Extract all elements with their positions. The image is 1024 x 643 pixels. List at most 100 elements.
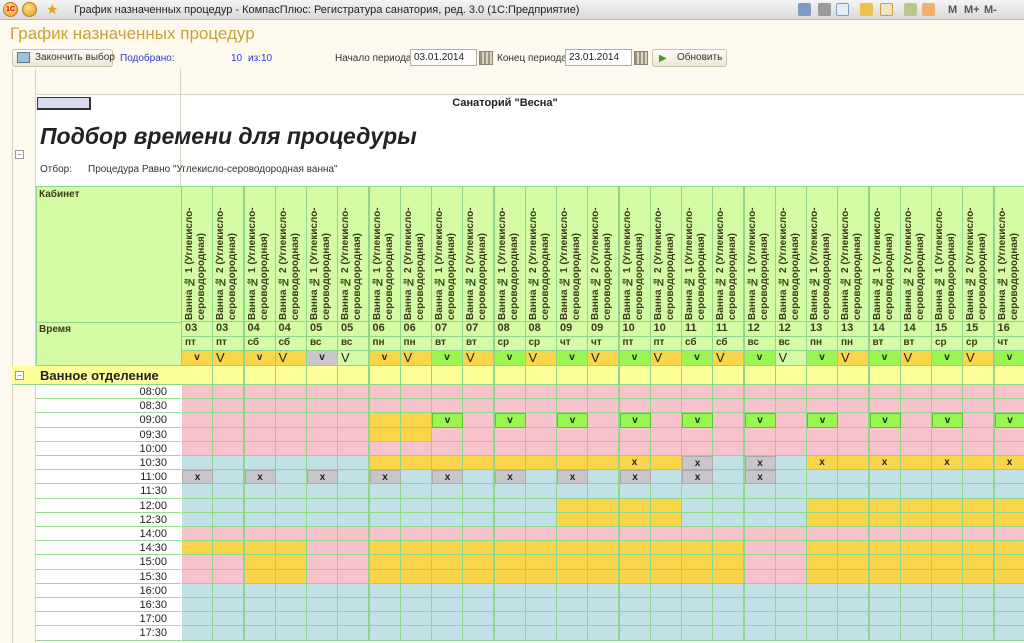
time-slot-cell[interactable] bbox=[682, 512, 713, 527]
time-slot-cell[interactable] bbox=[932, 470, 963, 485]
time-slot-cell[interactable] bbox=[838, 399, 869, 414]
time-slot-cell[interactable] bbox=[588, 512, 619, 527]
time-slot-cell[interactable] bbox=[463, 441, 494, 456]
time-slot-cell[interactable] bbox=[400, 498, 432, 513]
time-slot-cell[interactable] bbox=[463, 456, 494, 471]
time-slot-cell[interactable] bbox=[275, 456, 307, 471]
time-slot-cell[interactable] bbox=[369, 612, 401, 627]
time-slot-cell[interactable] bbox=[650, 541, 682, 556]
time-slot-cell[interactable] bbox=[588, 598, 619, 613]
time-slot-cell[interactable] bbox=[400, 413, 432, 428]
preview-icon[interactable] bbox=[836, 3, 849, 16]
time-slot-cell[interactable] bbox=[369, 598, 401, 613]
time-slot-cell[interactable] bbox=[713, 385, 744, 400]
time-slot-cell[interactable] bbox=[713, 569, 744, 584]
time-slot-cell[interactable] bbox=[275, 626, 307, 641]
time-slot-cell[interactable] bbox=[182, 569, 213, 584]
time-slot-cell[interactable] bbox=[307, 583, 338, 598]
time-slot-cell[interactable] bbox=[400, 583, 432, 598]
time-slot-cell[interactable] bbox=[650, 569, 682, 584]
time-slot-cell[interactable] bbox=[838, 441, 869, 456]
print-icon[interactable] bbox=[818, 3, 831, 16]
time-slot-cell[interactable] bbox=[463, 612, 494, 627]
time-slot-cell[interactable] bbox=[588, 569, 619, 584]
time-slot-cell[interactable] bbox=[869, 427, 901, 442]
day-status-cell[interactable]: V bbox=[338, 351, 369, 366]
time-slot-cell[interactable] bbox=[682, 527, 713, 542]
time-slot-cell[interactable] bbox=[744, 598, 776, 613]
time-slot-cell[interactable] bbox=[744, 399, 776, 414]
time-slot-cell[interactable] bbox=[650, 456, 682, 471]
time-slot-cell[interactable] bbox=[494, 399, 526, 414]
home-icon[interactable] bbox=[860, 3, 873, 16]
time-slot-cell[interactable] bbox=[775, 427, 807, 442]
time-slot-cell[interactable] bbox=[525, 527, 557, 542]
time-slot-cell[interactable] bbox=[213, 484, 244, 499]
time-slot-cell[interactable] bbox=[588, 427, 619, 442]
time-slot-cell[interactable] bbox=[432, 541, 463, 556]
time-slot-cell[interactable] bbox=[994, 612, 1024, 627]
time-slot-cell[interactable]: x bbox=[744, 456, 776, 471]
time-slot-cell[interactable] bbox=[994, 427, 1024, 442]
time-slot-cell[interactable] bbox=[557, 541, 588, 556]
time-slot-cell[interactable] bbox=[838, 484, 869, 499]
time-slot-cell[interactable] bbox=[682, 427, 713, 442]
day-status-cell[interactable]: v bbox=[307, 351, 338, 366]
time-slot-cell[interactable] bbox=[525, 441, 557, 456]
time-slot-cell[interactable] bbox=[432, 583, 463, 598]
time-slot-cell[interactable] bbox=[244, 484, 276, 499]
time-slot-cell[interactable]: x bbox=[682, 456, 713, 471]
time-slot-cell[interactable] bbox=[338, 612, 369, 627]
time-slot-cell[interactable] bbox=[494, 555, 526, 570]
time-slot-cell[interactable] bbox=[838, 413, 869, 428]
time-slot-cell[interactable] bbox=[307, 456, 338, 471]
time-slot-cell[interactable] bbox=[494, 583, 526, 598]
time-slot-cell[interactable] bbox=[994, 399, 1024, 414]
time-slot-cell[interactable]: x bbox=[307, 470, 338, 485]
time-slot-cell[interactable] bbox=[307, 385, 338, 400]
time-slot-cell[interactable] bbox=[275, 385, 307, 400]
memory-button[interactable]: M bbox=[948, 4, 957, 16]
time-slot-cell[interactable] bbox=[275, 512, 307, 527]
time-slot-cell[interactable] bbox=[869, 385, 901, 400]
time-slot-cell[interactable] bbox=[713, 413, 744, 428]
day-status-cell[interactable]: V bbox=[213, 351, 244, 366]
time-slot-cell[interactable] bbox=[963, 598, 994, 613]
time-slot-cell[interactable] bbox=[525, 413, 557, 428]
calendar-icon[interactable] bbox=[922, 3, 935, 16]
time-slot-cell[interactable] bbox=[900, 555, 932, 570]
time-slot-cell[interactable] bbox=[275, 569, 307, 584]
time-slot-cell[interactable]: x bbox=[807, 456, 838, 471]
time-slot-cell[interactable] bbox=[650, 555, 682, 570]
time-slot-cell[interactable] bbox=[744, 484, 776, 499]
time-slot-cell[interactable] bbox=[744, 498, 776, 513]
favorites-icon[interactable] bbox=[880, 3, 893, 16]
time-slot-cell[interactable] bbox=[588, 498, 619, 513]
time-slot-cell[interactable] bbox=[838, 541, 869, 556]
time-slot-cell[interactable]: x bbox=[182, 470, 213, 485]
time-slot-cell[interactable] bbox=[244, 541, 276, 556]
time-slot-cell[interactable] bbox=[244, 583, 276, 598]
time-slot-cell[interactable] bbox=[400, 470, 432, 485]
time-slot-cell[interactable] bbox=[369, 427, 401, 442]
time-slot-cell[interactable] bbox=[588, 555, 619, 570]
time-slot-cell[interactable] bbox=[557, 512, 588, 527]
time-slot-cell[interactable] bbox=[338, 441, 369, 456]
time-slot-cell[interactable] bbox=[838, 385, 869, 400]
time-slot-cell[interactable] bbox=[588, 527, 619, 542]
time-slot-cell[interactable]: v bbox=[557, 413, 588, 428]
day-status-cell[interactable]: v bbox=[494, 351, 526, 366]
time-slot-cell[interactable] bbox=[807, 427, 838, 442]
time-slot-cell[interactable] bbox=[463, 470, 494, 485]
time-slot-cell[interactable] bbox=[494, 569, 526, 584]
time-slot-cell[interactable] bbox=[557, 385, 588, 400]
time-slot-cell[interactable] bbox=[932, 541, 963, 556]
time-slot-cell[interactable] bbox=[463, 555, 494, 570]
time-slot-cell[interactable] bbox=[619, 399, 651, 414]
time-slot-cell[interactable] bbox=[838, 512, 869, 527]
time-slot-cell[interactable] bbox=[432, 484, 463, 499]
time-slot-cell[interactable] bbox=[213, 612, 244, 627]
time-slot-cell[interactable] bbox=[713, 498, 744, 513]
time-slot-cell[interactable] bbox=[182, 626, 213, 641]
time-slot-cell[interactable] bbox=[213, 470, 244, 485]
